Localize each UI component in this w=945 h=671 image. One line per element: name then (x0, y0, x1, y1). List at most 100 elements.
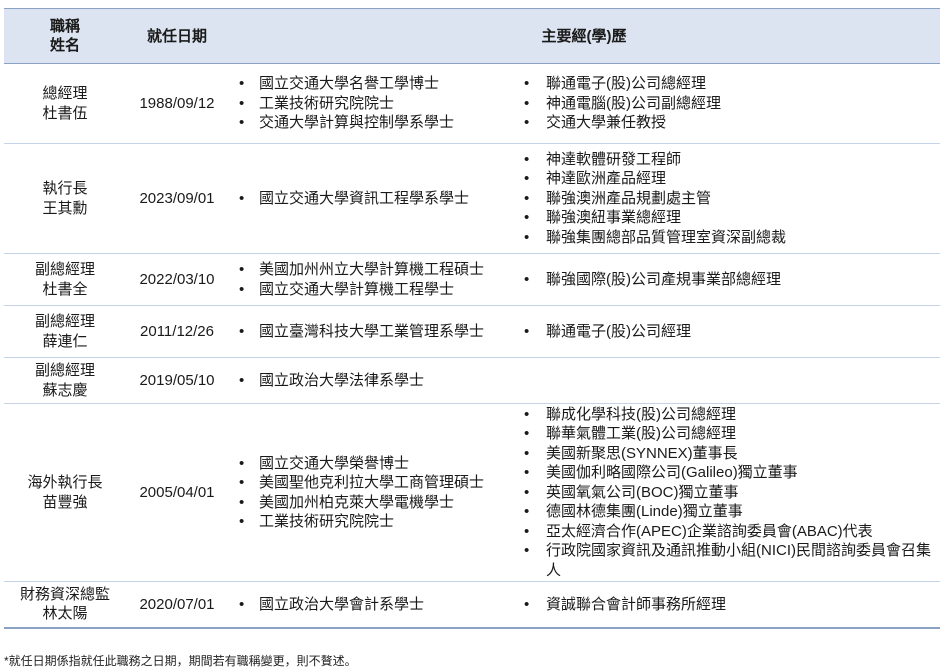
start-date: 2005/04/01 (126, 403, 228, 582)
education-cell: 國立政治大學會計系學士 (228, 581, 516, 629)
experience-cell: 聯通電子(股)公司總經理神通電腦(股)公司副總經理交通大學兼任教授 (516, 63, 940, 144)
education-item: 國立政治大學法律系學士 (228, 371, 516, 391)
experience-item: 聯通電子(股)公司經理 (516, 322, 940, 342)
education-item: 美國加州州立大學計算機工程碩士 (228, 260, 516, 280)
experience-list: 資誠聯合會計師事務所經理 (516, 595, 940, 615)
experience-cell: 聯通電子(股)公司經理 (516, 305, 940, 358)
job-title: 副總經理 (34, 362, 95, 379)
experience-item: 德國林德集團(Linde)獨立董事 (516, 502, 940, 522)
person-name: 苗豐強 (42, 493, 88, 511)
education-list: 國立臺灣科技大學工業管理系學士 (228, 322, 516, 342)
experience-item: 聯強澳洲產品規劃處主管 (516, 189, 940, 209)
table-row: 副總經理杜書全2022/03/10美國加州州立大學計算機工程碩士國立交通大學計算… (4, 253, 940, 306)
education-item: 國立交通大學榮譽博士 (228, 454, 516, 474)
person-name: 薛連仁 (42, 332, 88, 350)
header-title-label: 職稱 (49, 18, 80, 35)
education-item: 國立交通大學計算機工程學士 (228, 280, 516, 300)
experience-list: 聯強國際(股)公司產規事業部總經理 (516, 270, 940, 290)
education-cell: 國立交通大學名譽工學博士工業技術研究院院士交通大學計算與控制學系學士 (228, 63, 516, 144)
experience-list: 神達軟體研發工程師神達歐洲產品經理聯強澳洲產品規劃處主管聯強澳紐事業總經理聯強集… (516, 150, 940, 248)
job-title: 海外執行長 (27, 474, 103, 491)
experience-cell: 神達軟體研發工程師神達歐洲產品經理聯強澳洲產品規劃處主管聯強澳紐事業總經理聯強集… (516, 143, 940, 254)
experience-item: 聯成化學科技(股)公司總經理 (516, 405, 940, 425)
experience-item: 聯強國際(股)公司產規事業部總經理 (516, 270, 940, 290)
header-name-label: 姓名 (49, 37, 80, 54)
table-row: 海外執行長苗豐強2005/04/01國立交通大學榮譽博士美國聖他克利拉大學工商管… (4, 403, 940, 582)
title-name-cell: 海外執行長 苗豐強 (4, 403, 126, 582)
job-title: 副總經理 (34, 313, 95, 330)
experience-list: 聯通電子(股)公司經理 (516, 322, 940, 342)
experience-cell: 聯強國際(股)公司產規事業部總經理 (516, 253, 940, 306)
education-item: 交通大學計算與控制學系學士 (228, 113, 516, 133)
experience-item: 神達軟體研發工程師 (516, 150, 940, 170)
education-item: 國立臺灣科技大學工業管理系學士 (228, 322, 516, 342)
education-item: 工業技術研究院院士 (228, 94, 516, 114)
job-title: 執行長 (42, 180, 88, 197)
executives-table: 職稱 姓名 就任日期 主要經(學)歷 總經理杜書伍1988/09/12國立交通大… (4, 8, 940, 629)
header-experience: 主要經(學)歷 (228, 8, 940, 64)
experience-list: 聯通電子(股)公司總經理神通電腦(股)公司副總經理交通大學兼任教授 (516, 74, 940, 133)
education-list: 國立交通大學名譽工學博士工業技術研究院院士交通大學計算與控制學系學士 (228, 74, 516, 133)
experience-item: 聯華氣體工業(股)公司總經理 (516, 424, 940, 444)
start-date: 2020/07/01 (126, 581, 228, 629)
table-row: 副總經理薛連仁2011/12/26國立臺灣科技大學工業管理系學士聯通電子(股)公… (4, 305, 940, 358)
education-cell: 國立臺灣科技大學工業管理系學士 (228, 305, 516, 358)
education-list: 國立交通大學資訊工程學系學士 (228, 189, 516, 209)
person-name: 杜書全 (42, 280, 88, 298)
experience-item: 資誠聯合會計師事務所經理 (516, 595, 940, 615)
footnote: *就任日期係指就任此職務之日期，期間若有職稱變更，則不贅述。 (4, 654, 357, 668)
experience-item: 神達歐洲產品經理 (516, 169, 940, 189)
title-name-cell: 副總經理 杜書全 (4, 253, 126, 306)
experience-item: 美國伽利略國際公司(Galileo)獨立董事 (516, 463, 940, 483)
experience-item: 交通大學兼任教授 (516, 113, 940, 133)
experience-item: 神通電腦(股)公司副總經理 (516, 94, 940, 114)
person-name: 蘇志慶 (42, 381, 88, 399)
experience-cell: 資誠聯合會計師事務所經理 (516, 581, 940, 629)
experience-cell (516, 357, 940, 404)
experience-item: 行政院國家資訊及通訊推動小組(NICI)民間諮詢委員會召集人 (516, 541, 940, 580)
education-list: 國立政治大學會計系學士 (228, 595, 516, 615)
experience-item: 聯通電子(股)公司總經理 (516, 74, 940, 94)
title-name-cell: 副總經理 蘇志慶 (4, 357, 126, 404)
person-name: 杜書伍 (42, 104, 88, 122)
education-item: 美國聖他克利拉大學工商管理碩士 (228, 473, 516, 493)
education-item: 工業技術研究院院士 (228, 512, 516, 532)
start-date: 2019/05/10 (126, 357, 228, 404)
education-item: 國立交通大學名譽工學博士 (228, 74, 516, 94)
experience-list: 聯成化學科技(股)公司總經理聯華氣體工業(股)公司總經理美國新聚思(SYNNEX… (516, 405, 940, 581)
experience-cell: 聯成化學科技(股)公司總經理聯華氣體工業(股)公司總經理美國新聚思(SYNNEX… (516, 403, 940, 582)
job-title: 總經理 (42, 85, 88, 102)
table-row: 執行長王其勳2023/09/01國立交通大學資訊工程學系學士神達軟體研發工程師神… (4, 143, 940, 254)
job-title: 副總經理 (34, 261, 95, 278)
start-date: 1988/09/12 (126, 63, 228, 144)
education-item: 美國加州柏克萊大學電機學士 (228, 493, 516, 513)
table-row: 總經理杜書伍1988/09/12國立交通大學名譽工學博士工業技術研究院院士交通大… (4, 63, 940, 144)
title-name-cell: 總經理 杜書伍 (4, 63, 126, 144)
experience-item: 美國新聚思(SYNNEX)董事長 (516, 444, 940, 464)
education-list: 國立政治大學法律系學士 (228, 371, 516, 391)
table-header-row: 職稱 姓名 就任日期 主要經(學)歷 (4, 8, 940, 64)
title-name-cell: 執行長 王其勳 (4, 143, 126, 254)
table-row: 財務資深總監林太陽2020/07/01國立政治大學會計系學士資誠聯合會計師事務所… (4, 581, 940, 629)
title-name-cell: 財務資深總監 林太陽 (4, 581, 126, 629)
start-date: 2023/09/01 (126, 143, 228, 254)
header-title-name: 職稱 姓名 (4, 8, 126, 64)
start-date: 2022/03/10 (126, 253, 228, 306)
education-cell: 美國加州州立大學計算機工程碩士國立交通大學計算機工程學士 (228, 253, 516, 306)
experience-item: 聯強集團總部品質管理室資深副總裁 (516, 228, 940, 248)
education-cell: 國立政治大學法律系學士 (228, 357, 516, 404)
experience-item: 英國氧氣公司(BOC)獨立董事 (516, 483, 940, 503)
title-name-cell: 副總經理 薛連仁 (4, 305, 126, 358)
education-list: 國立交通大學榮譽博士美國聖他克利拉大學工商管理碩士美國加州柏克萊大學電機學士工業… (228, 454, 516, 532)
experience-item: 聯強澳紐事業總經理 (516, 208, 940, 228)
education-cell: 國立交通大學榮譽博士美國聖他克利拉大學工商管理碩士美國加州柏克萊大學電機學士工業… (228, 403, 516, 582)
start-date: 2011/12/26 (126, 305, 228, 358)
education-item: 國立交通大學資訊工程學系學士 (228, 189, 516, 209)
experience-item: 亞太經濟合作(APEC)企業諮詢委員會(ABAC)代表 (516, 522, 940, 542)
education-list: 美國加州州立大學計算機工程碩士國立交通大學計算機工程學士 (228, 260, 516, 299)
table-row: 副總經理蘇志慶2019/05/10國立政治大學法律系學士 (4, 357, 940, 404)
person-name: 林太陽 (42, 605, 88, 623)
education-item: 國立政治大學會計系學士 (228, 595, 516, 615)
person-name: 王其勳 (42, 199, 88, 217)
header-date: 就任日期 (126, 8, 228, 64)
